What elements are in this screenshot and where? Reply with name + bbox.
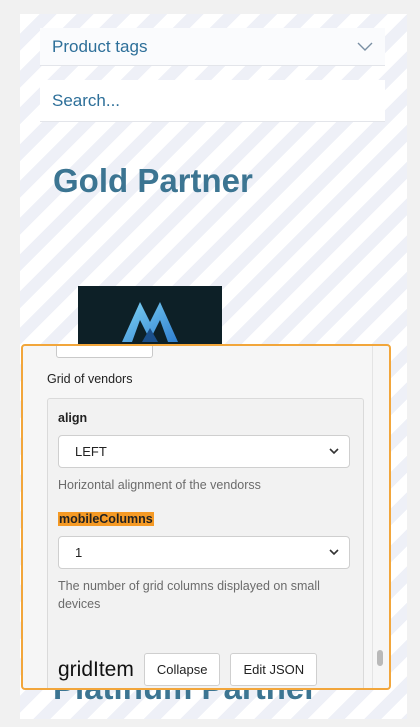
collapse-button[interactable]: Collapse — [143, 653, 221, 686]
group-title: Grid of vendors — [47, 372, 133, 386]
align-select[interactable]: LEFT — [58, 435, 350, 468]
product-tags-label: Product tags — [52, 36, 148, 56]
scrollbar-thumb[interactable] — [377, 650, 383, 666]
mobile-columns-description: The number of grid columns displayed on … — [58, 579, 320, 611]
align-description: Horizontal alignment of the vendorss — [58, 478, 261, 492]
chevron-down-icon — [329, 549, 339, 556]
block-editor-panel: Grid of vendors align LEFT Horizontal al… — [21, 344, 391, 690]
gold-partner-heading: Gold Partner — [53, 162, 253, 199]
align-property-label: align — [58, 411, 88, 425]
product-tags-dropdown[interactable]: Product tags — [40, 28, 385, 66]
align-select-value: LEFT — [75, 444, 107, 459]
mobile-columns-select-value: 1 — [75, 545, 83, 560]
grid-item-header: gridItem Collapse Edit JSON — [58, 653, 318, 686]
mountain-logo-icon — [122, 302, 178, 342]
mobile-columns-select[interactable]: 1 — [58, 536, 350, 569]
grid-settings-card: align LEFT Horizontal alignment of the v… — [47, 398, 364, 688]
chevron-down-icon — [329, 448, 339, 455]
edit-json-button[interactable]: Edit JSON — [230, 653, 318, 686]
grid-item-label: gridItem — [58, 657, 134, 681]
search-input[interactable]: Search... — [40, 80, 385, 122]
editor-scrollbar[interactable] — [372, 346, 387, 688]
collapsed-input-box[interactable] — [56, 346, 153, 358]
mobile-columns-property-label: mobileColumns — [58, 512, 154, 526]
search-placeholder: Search... — [52, 90, 121, 110]
chevron-down-icon[interactable] — [357, 42, 373, 52]
